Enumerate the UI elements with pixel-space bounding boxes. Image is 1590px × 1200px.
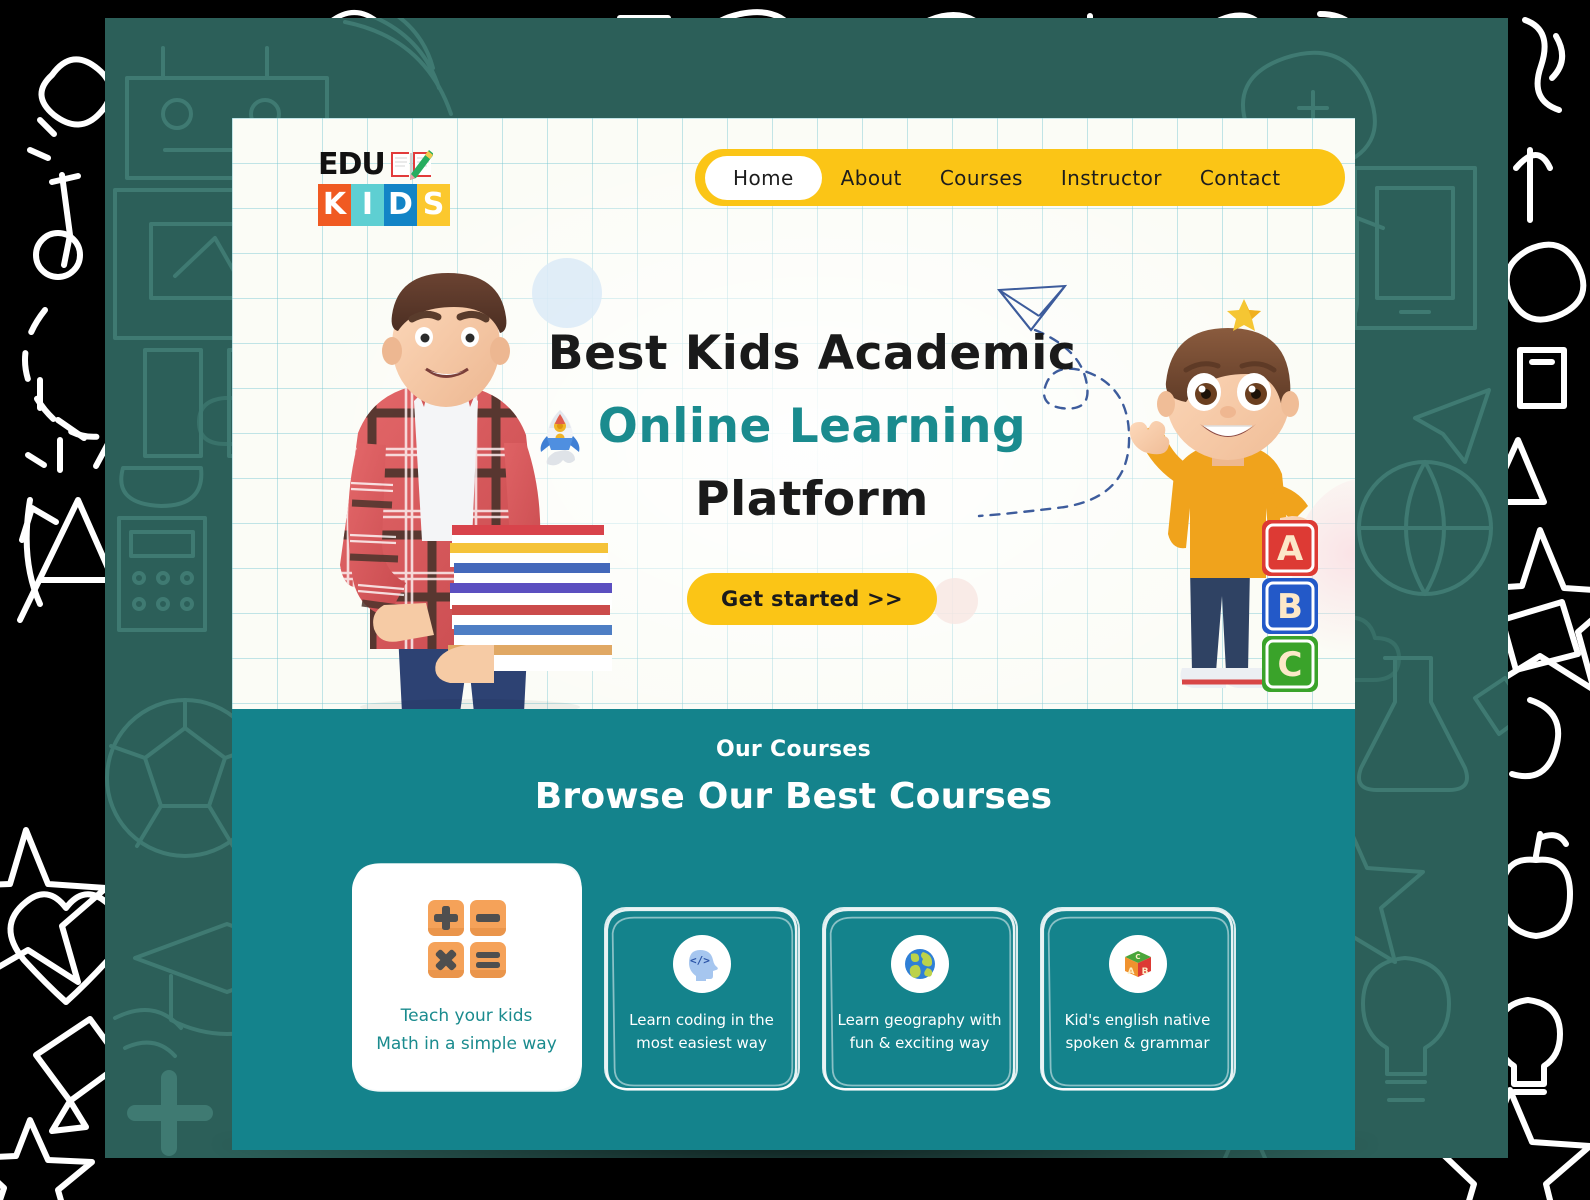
website-card: EDU K I D S Home About Courses Instructo… <box>232 118 1355 1150</box>
course-card-english-line1: Kid's english native <box>1064 1011 1211 1029</box>
course-card-math[interactable]: Teach your kids Math in a simple way <box>351 863 582 1092</box>
main-navigation: Home About Courses Instructor Contact <box>695 149 1345 206</box>
course-card-coding-text: Learn coding in the most easiest way <box>619 1009 784 1054</box>
svg-text:</>: </> <box>690 954 710 967</box>
hero-headline-line3: Platform <box>695 471 929 527</box>
abc-block-icon: C A B <box>1124 951 1151 977</box>
svg-text:C: C <box>1135 953 1140 961</box>
globe-icon-wrapper <box>890 935 949 993</box>
course-card-geography[interactable]: Learn geography with fun & exciting way <box>821 907 1018 1091</box>
hero-headline-line1: Best Kids Academic <box>547 326 1077 381</box>
hero-headline-line2: Online Learning <box>597 398 1027 454</box>
logo-edu-text: EDU <box>318 147 386 182</box>
course-card-coding-line2: most easiest way <box>636 1033 767 1052</box>
kid-character-illustration: A B C <box>1112 328 1352 709</box>
course-card-geography-line2: fun & exciting way <box>849 1033 990 1052</box>
coding-head-icon: </> <box>688 950 718 981</box>
logo-tile-k: K <box>318 184 351 226</box>
logo-tile-i: I <box>351 184 384 226</box>
logo-top-row: EDU <box>318 146 458 180</box>
globe-icon <box>904 949 935 979</box>
course-card-math-line1: Teach your kids <box>400 1006 533 1026</box>
logo-kids-tiles: K I D S <box>318 184 458 226</box>
sketch-border-geography <box>823 908 1015 1091</box>
math-operations-icon <box>426 898 508 980</box>
nav-item-courses[interactable]: Courses <box>921 157 1042 199</box>
svg-text:A: A <box>1127 967 1134 977</box>
hero-copy: Best Kids Academic Online Learning Platf… <box>532 318 1092 625</box>
course-card-coding-line1: Learn coding in the <box>629 1011 774 1029</box>
star-icon <box>1227 298 1261 332</box>
courses-eyebrow: Our Courses <box>715 737 872 762</box>
sketch-border-coding <box>605 908 797 1091</box>
get-started-button[interactable]: Get started >> <box>687 572 937 625</box>
course-cards-row: Teach your kids Math in a simple way </>… <box>232 863 1355 1092</box>
course-card-coding[interactable]: </> Learn coding in the most easiest way <box>603 907 800 1091</box>
svg-text:A: A <box>1277 529 1304 569</box>
nav-item-home[interactable]: Home <box>705 155 822 200</box>
course-card-english[interactable]: C A B Kid's english native spoken & gram… <box>1039 907 1236 1091</box>
sketch-border-english <box>1041 908 1233 1091</box>
course-card-geography-line1: Learn geography with <box>837 1011 1002 1029</box>
svg-text:C: C <box>1278 645 1303 685</box>
course-card-geography-text: Learn geography with fun & exciting way <box>828 1009 1012 1054</box>
abc-block-icon-wrapper: C A B <box>1108 935 1167 993</box>
nav-item-instructor[interactable]: Instructor <box>1042 157 1181 199</box>
svg-text:B: B <box>1141 967 1148 977</box>
screenshot-stage: EDU K I D S Home About Courses Instructo… <box>0 0 1590 1200</box>
courses-title: Browse Our Best Courses <box>534 776 1053 817</box>
open-book-pencil-icon <box>389 148 434 180</box>
course-card-english-text: Kid's english native spoken & grammar <box>1055 1009 1221 1054</box>
logo[interactable]: EDU K I D S <box>318 146 458 226</box>
logo-tile-d: D <box>384 184 417 226</box>
course-card-english-line2: spoken & grammar <box>1065 1033 1210 1052</box>
logo-tile-s: S <box>417 184 450 226</box>
courses-section: Our Courses Browse Our Best Courses Teac… <box>232 709 1355 1150</box>
course-card-math-text: Teach your kids Math in a simple way <box>366 1002 567 1058</box>
nav-item-contact[interactable]: Contact <box>1181 157 1300 199</box>
svg-text:B: B <box>1277 587 1303 627</box>
coding-head-icon-wrapper: </> <box>672 935 731 993</box>
course-card-math-line2: Math in a simple way <box>376 1034 557 1055</box>
site-header: EDU K I D S Home About Courses Instructo… <box>232 118 1355 238</box>
nav-item-about[interactable]: About <box>822 157 921 199</box>
hero-section: EDU K I D S Home About Courses Instructo… <box>232 118 1355 709</box>
